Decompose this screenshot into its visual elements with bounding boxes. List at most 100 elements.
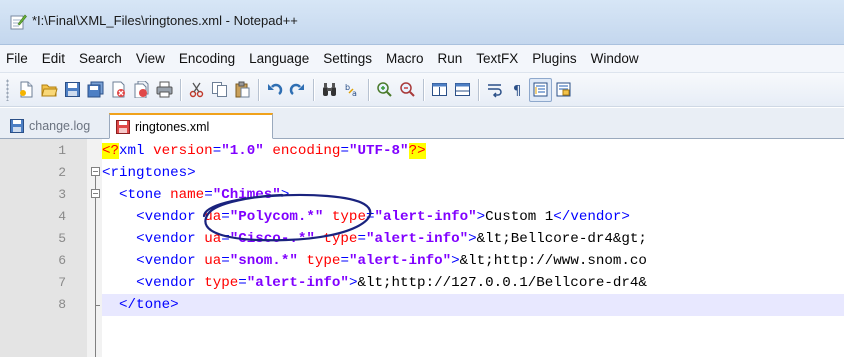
binoculars-icon <box>323 83 336 96</box>
redo-icon <box>289 83 304 95</box>
code-area[interactable]: <?xml version="1.0" encoding="UTF-8"?> <… <box>102 139 844 357</box>
menu-run[interactable]: Run <box>431 45 470 72</box>
menu-edit[interactable]: Edit <box>35 45 72 72</box>
zoom-in-button[interactable] <box>373 78 396 102</box>
sync-vertical-button[interactable] <box>428 78 451 102</box>
new-file-button[interactable] <box>15 78 38 102</box>
undo-button[interactable] <box>263 78 286 102</box>
zoom-out-button[interactable] <box>396 78 419 102</box>
indent-guide-button[interactable] <box>529 77 552 102</box>
fold-end-marker <box>95 305 100 306</box>
fold-toggle-ringtones[interactable] <box>91 167 100 176</box>
open-folder-icon <box>41 84 58 97</box>
toolbar: ba ¶ <box>0 73 844 107</box>
notepad-plus-plus-icon[interactable] <box>9 13 27 31</box>
code-line: <tone name="Chimes"> <box>119 187 290 203</box>
svg-text:b: b <box>345 83 350 92</box>
line-number: 4 <box>58 209 66 224</box>
line-number: 7 <box>58 275 66 290</box>
copy-button[interactable] <box>208 78 231 102</box>
new-file-icon <box>20 81 33 98</box>
user-define-button[interactable] <box>552 78 575 102</box>
toolbar-grip[interactable] <box>6 78 9 101</box>
tab-ringtones-xml[interactable]: ringtones.xml <box>109 113 273 139</box>
close-all-icon <box>134 81 149 98</box>
toolbar-separator <box>180 78 181 101</box>
print-button[interactable] <box>153 78 176 102</box>
zoom-in-icon <box>377 82 392 97</box>
save-all-button[interactable] <box>84 78 107 102</box>
replace-icon: ba <box>345 83 357 98</box>
code-line: </tone> <box>102 294 844 316</box>
user-define-icon <box>556 82 571 97</box>
code-line: <vendor type="alert-info">&lt;http://127… <box>136 275 647 291</box>
menu-plugins[interactable]: Plugins <box>525 45 583 72</box>
toolbar-separator <box>423 78 424 101</box>
toolbar-separator <box>478 78 479 101</box>
unsaved-file-icon <box>116 119 130 134</box>
menu-settings[interactable]: Settings <box>316 45 379 72</box>
line-number: 2 <box>58 165 66 180</box>
code-line: <vendor ua="snom.*" type="alert-info">&l… <box>136 253 647 269</box>
clipboard-icon <box>235 81 250 98</box>
paste-button[interactable] <box>231 78 254 102</box>
tab-bar: change.log ringtones.xml <box>0 108 844 139</box>
sync-vertical-icon <box>432 83 447 96</box>
window-title: *I:\Final\XML_Files\ringtones.xml - Note… <box>32 13 298 28</box>
svg-text:a: a <box>352 89 357 98</box>
code-line: <ringtones> <box>102 165 196 181</box>
code-line: <vendor ua="Polycom.*" type="alert-info"… <box>136 209 630 225</box>
cut-button[interactable] <box>185 78 208 102</box>
menu-textfx[interactable]: TextFX <box>469 45 525 72</box>
close-file-icon <box>112 81 125 98</box>
scissors-icon <box>189 82 204 98</box>
close-button[interactable] <box>107 78 130 102</box>
line-number: 1 <box>58 143 66 158</box>
indent-guide-icon <box>533 82 548 97</box>
copy-icon <box>212 82 227 97</box>
replace-button[interactable]: ba <box>341 78 364 102</box>
fold-toggle-tone[interactable] <box>91 189 100 198</box>
save-all-icon <box>87 81 104 98</box>
menu-encoding[interactable]: Encoding <box>172 45 242 72</box>
zoom-out-icon <box>400 82 415 97</box>
menu-macro[interactable]: Macro <box>379 45 431 72</box>
text-editor[interactable]: 1 2 3 4 5 6 7 8 <?xml version="1.0" enco… <box>0 139 844 357</box>
code-line: <vendor ua="Cisco-.*" type="alert-info">… <box>136 231 647 247</box>
line-number: 8 <box>58 297 66 312</box>
sync-horizontal-icon <box>455 83 470 96</box>
svg-text:¶: ¶ <box>513 84 521 98</box>
fold-line <box>95 176 96 357</box>
undo-icon <box>268 83 283 95</box>
save-button[interactable] <box>61 78 84 102</box>
toolbar-separator <box>258 78 259 101</box>
find-button[interactable] <box>318 78 341 102</box>
menu-file[interactable]: File <box>0 45 35 72</box>
toolbar-separator <box>313 78 314 101</box>
menu-search[interactable]: Search <box>72 45 129 72</box>
show-all-chars-button[interactable]: ¶ <box>506 78 529 102</box>
tab-change-log[interactable]: change.log <box>6 113 109 138</box>
toolbar-separator <box>368 78 369 101</box>
tab-label: ringtones.xml <box>135 119 210 134</box>
redo-button[interactable] <box>286 78 309 102</box>
save-icon <box>65 82 80 97</box>
line-number: 5 <box>58 231 66 246</box>
tab-label: change.log <box>29 118 91 133</box>
title-bar: *I:\Final\XML_Files\ringtones.xml - Note… <box>0 0 844 45</box>
code-line: <?xml version="1.0" encoding="UTF-8"?> <box>102 143 426 159</box>
open-file-button[interactable] <box>38 78 61 102</box>
sync-horizontal-button[interactable] <box>451 78 474 102</box>
menu-bar: File Edit Search View Encoding Language … <box>0 45 844 73</box>
line-number: 3 <box>58 187 66 202</box>
menu-language[interactable]: Language <box>242 45 316 72</box>
printer-icon <box>156 81 173 98</box>
word-wrap-icon <box>488 84 502 98</box>
word-wrap-button[interactable] <box>483 78 506 102</box>
saved-file-icon <box>10 118 24 133</box>
menu-window[interactable]: Window <box>584 45 646 72</box>
close-all-button[interactable] <box>130 78 153 102</box>
menu-view[interactable]: View <box>129 45 172 72</box>
line-number: 6 <box>58 253 66 268</box>
pilcrow-icon: ¶ <box>513 84 521 98</box>
